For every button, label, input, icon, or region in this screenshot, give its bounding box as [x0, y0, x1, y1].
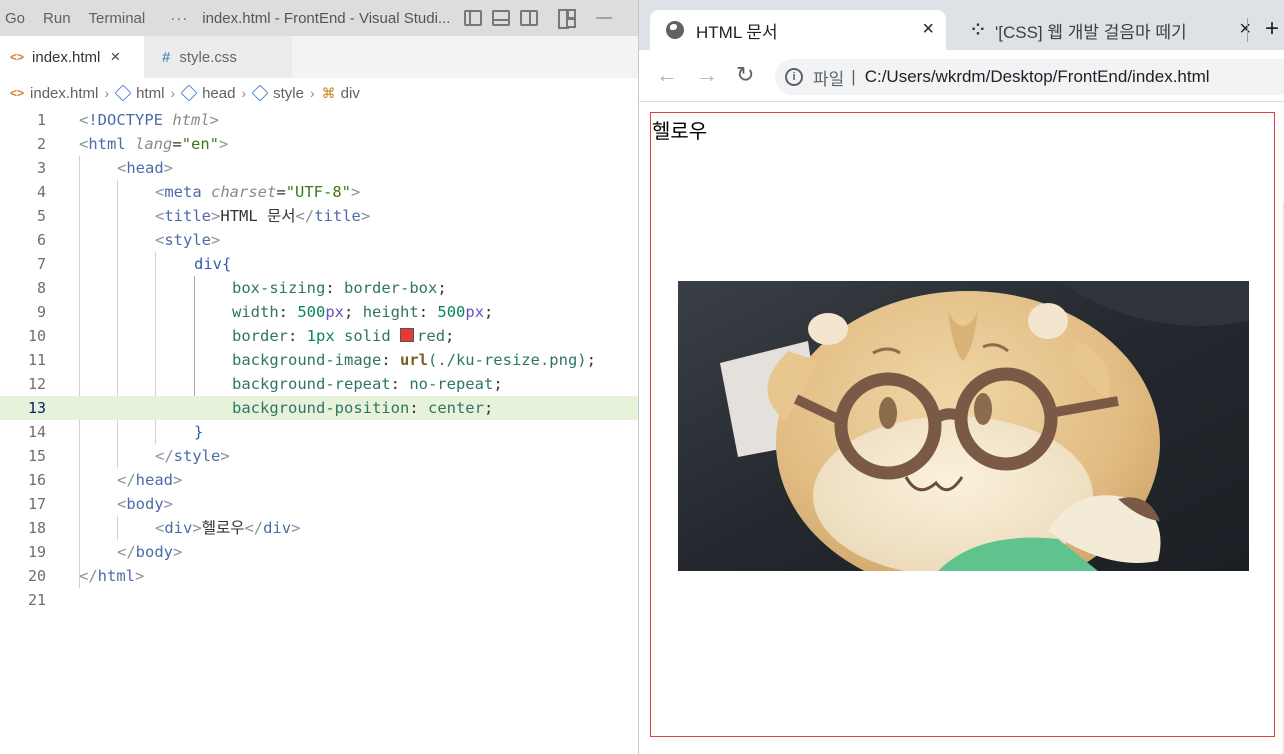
close-tab-icon[interactable]: ×	[110, 47, 120, 67]
chevron-right-icon: ›	[241, 85, 247, 101]
menu-go[interactable]: Go	[0, 10, 34, 27]
code-line-active[interactable]: 13 background-position: center;	[0, 396, 638, 420]
vscode-title-bar: Go Run Terminal ··· index.html - FrontEn…	[0, 0, 638, 36]
globe-icon	[666, 21, 684, 39]
div-text: 헬로우	[652, 119, 708, 143]
vscode-window: Go Run Terminal ··· index.html - FrontEn…	[0, 0, 638, 754]
info-icon[interactable]: i	[785, 68, 803, 86]
breadcrumb-file[interactable]: <> index.html	[10, 85, 98, 102]
window-title: index.html - FrontEnd - Visual Studi...	[202, 9, 451, 27]
tistory-icon: ⁘	[971, 22, 984, 39]
menu-terminal[interactable]: Terminal	[80, 10, 155, 27]
breadcrumb-style[interactable]: style	[251, 84, 304, 102]
html-file-icon: <>	[10, 86, 25, 100]
close-tab-icon[interactable]: ×	[922, 18, 934, 41]
code-line[interactable]: 10 border: 1px solid red;	[0, 324, 638, 348]
reload-button[interactable]: ↻	[736, 62, 754, 88]
chevron-right-icon: ›	[170, 85, 176, 101]
toggle-primary-sidebar-icon[interactable]	[464, 10, 483, 26]
menu-run[interactable]: Run	[34, 10, 80, 27]
chevron-right-icon: ›	[309, 85, 315, 101]
tab-index-html[interactable]: <> index.html ×	[0, 36, 144, 78]
element-icon	[251, 84, 269, 102]
code-line[interactable]: 18 <div>헬로우</div>	[0, 516, 638, 540]
bordered-div: 헬로우	[650, 112, 1275, 737]
code-line[interactable]: 15 </style>	[0, 444, 638, 468]
back-button[interactable]: ←	[656, 62, 678, 88]
close-tab-icon[interactable]: ×	[1239, 18, 1251, 41]
code-line[interactable]: 21	[0, 588, 638, 612]
browser-tab-active[interactable]: HTML 문서 ×	[650, 10, 946, 50]
address-bar[interactable]: i 파일 | C:/Users/wkrdm/Desktop/FrontEnd/i…	[775, 59, 1284, 95]
address-separator: |	[851, 67, 856, 86]
tab-label: style.css	[179, 48, 237, 66]
element-icon	[180, 84, 198, 102]
code-line[interactable]: 3 <head>	[0, 156, 638, 180]
html-file-icon: <>	[10, 50, 25, 64]
breadcrumb-head[interactable]: head	[180, 84, 235, 102]
code-line[interactable]: 12 background-repeat: no-repeat;	[0, 372, 638, 396]
breadcrumb-html[interactable]: html	[114, 84, 164, 102]
new-tab-button[interactable]: +	[1265, 15, 1279, 43]
tab-style-css[interactable]: # style.css	[144, 36, 292, 78]
code-line[interactable]: 5 <title>HTML 문서</title>	[0, 204, 638, 228]
customize-layout-icon[interactable]	[558, 9, 577, 29]
code-line[interactable]: 1 <!DOCTYPE html>	[0, 108, 638, 132]
code-line[interactable]: 2 <html lang="en">	[0, 132, 638, 156]
code-line[interactable]: 14}	[0, 420, 638, 444]
browser-tab-title: HTML 문서	[696, 22, 778, 42]
code-line[interactable]: 9 width: 500px; height: 500px;	[0, 300, 638, 324]
address-scheme: 파일	[813, 69, 845, 89]
code-line[interactable]: 17 <body>	[0, 492, 638, 516]
tab-divider	[1247, 18, 1248, 42]
minimize-button[interactable]: —	[596, 9, 612, 27]
code-line[interactable]: 8 box-sizing: border-box;	[0, 276, 638, 300]
code-line[interactable]: 6 <style>	[0, 228, 638, 252]
editor-tabs: <> index.html × # style.css	[0, 36, 638, 78]
background-image-plush-toy	[678, 281, 1249, 571]
browser-tab[interactable]: ⁘ '[CSS] 웹 개발 걸음마 떼기 ×	[957, 10, 1251, 50]
browser-tab-title: '[CSS] 웹 개발 걸음마 떼기	[995, 22, 1187, 42]
chevron-right-icon: ›	[104, 85, 110, 101]
code-line[interactable]: 11 background-image: url(./ku-resize.png)…	[0, 348, 638, 372]
selector-icon: ⌘	[321, 84, 336, 101]
tab-label: index.html	[32, 48, 101, 66]
browser-window: HTML 문서 × ⁘ '[CSS] 웹 개발 걸음마 떼기 × + ← → ↻…	[638, 0, 1284, 754]
forward-button[interactable]: →	[696, 62, 718, 88]
browser-tab-strip: HTML 문서 × ⁘ '[CSS] 웹 개발 걸음마 떼기 × +	[639, 0, 1284, 50]
code-line[interactable]: 19 </body>	[0, 540, 638, 564]
toggle-panel-icon[interactable]	[492, 10, 511, 26]
code-line[interactable]: 20 </html>	[0, 564, 638, 588]
css-file-icon: #	[162, 48, 171, 66]
breadcrumb: <> index.html › html › head › style › ⌘ di…	[0, 78, 638, 108]
more-menu-icon[interactable]: ···	[154, 10, 202, 27]
code-line[interactable]: 7 div{	[0, 252, 638, 276]
address-url[interactable]: C:/Users/wkrdm/Desktop/FrontEnd/index.ht…	[865, 67, 1210, 87]
toggle-secondary-sidebar-icon[interactable]	[520, 10, 539, 26]
browser-toolbar: ← → ↻ i 파일 | C:/Users/wkrdm/Desktop/Fron…	[639, 50, 1284, 102]
breadcrumb-div[interactable]: ⌘ div	[322, 85, 360, 102]
page-viewport: 헬로우	[639, 102, 1284, 754]
element-icon	[114, 84, 132, 102]
code-line[interactable]: 4 <meta charset="UTF-8">	[0, 180, 638, 204]
code-line[interactable]: 16 </head>	[0, 468, 638, 492]
color-swatch[interactable]	[400, 328, 415, 342]
code-editor[interactable]: 1 <!DOCTYPE html> 2 <html lang="en"> 3 <hea…	[0, 108, 638, 754]
